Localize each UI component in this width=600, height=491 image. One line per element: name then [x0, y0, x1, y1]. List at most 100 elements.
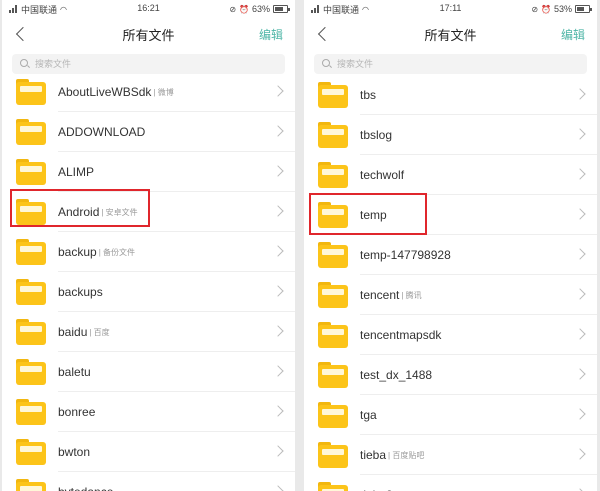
- folder-row[interactable]: tieba | 百度贴吧: [304, 435, 597, 475]
- right-screen: 中国联通 ◠ 17:11 ⊘ ⏰ 53% 所有文件 编辑 tbs tbslog te…: [304, 0, 597, 491]
- chevron-right-icon: [272, 165, 284, 177]
- folder-name: backup: [58, 245, 97, 259]
- chevron-right-icon: [272, 85, 284, 97]
- folder-row[interactable]: bwton: [2, 432, 295, 472]
- search-icon: [20, 59, 30, 69]
- folder-row[interactable]: tbs: [304, 75, 597, 115]
- folder-name: techwolf: [360, 168, 405, 182]
- folder-row[interactable]: baidu | 百度: [2, 312, 295, 352]
- folder-icon: [16, 479, 46, 491]
- folder-alias: | 百度贴吧: [388, 450, 425, 460]
- back-arrow-icon[interactable]: [316, 25, 332, 43]
- folder-name: tieba: [360, 448, 387, 462]
- status-bar: 中国联通 ◠ 16:21 ⊘ ⏰ 63%: [2, 0, 295, 18]
- folder-name: baidu: [58, 325, 88, 339]
- chevron-right-icon: [574, 248, 586, 260]
- folder-name: baletu: [58, 365, 91, 379]
- back-arrow-icon[interactable]: [14, 25, 30, 43]
- folder-row[interactable]: ALIMP: [2, 152, 295, 192]
- file-list: tbs tbslog techwolf temp temp-147798928 tence…: [304, 75, 597, 491]
- folder-icon: [16, 319, 46, 345]
- edit-button[interactable]: 编辑: [561, 26, 585, 43]
- folder-icon: [318, 322, 348, 348]
- nav-header: 所有文件 编辑: [304, 18, 597, 50]
- folder-row[interactable]: bonree: [2, 392, 295, 432]
- chevron-right-icon: [272, 365, 284, 377]
- chevron-right-icon: [272, 445, 284, 457]
- chevron-right-icon: [574, 288, 586, 300]
- folder-icon: [318, 82, 348, 108]
- folder-name: temp-147798928: [360, 248, 451, 262]
- folder-name: tencent: [360, 288, 400, 302]
- folder-icon: [16, 119, 46, 145]
- search-icon: [322, 59, 332, 69]
- folder-row[interactable]: temp-147798928: [304, 235, 597, 275]
- page-title: 所有文件: [122, 27, 175, 43]
- folder-row[interactable]: tga: [304, 395, 597, 435]
- search-bar[interactable]: [12, 54, 285, 74]
- folder-name: tbslog: [360, 128, 393, 142]
- folder-icon: [318, 402, 348, 428]
- folder-alias: | 微博: [153, 87, 174, 97]
- status-time: 17:11: [439, 3, 462, 13]
- chevron-right-icon: [272, 325, 284, 337]
- folder-row[interactable]: tencent | 腾讯: [304, 275, 597, 315]
- folder-name: temp: [360, 208, 387, 222]
- chevron-right-icon: [272, 285, 284, 297]
- status-time: 16:21: [137, 3, 160, 13]
- nav-header: 所有文件 编辑: [2, 18, 295, 50]
- search-bar[interactable]: [314, 54, 587, 74]
- chevron-right-icon: [272, 245, 284, 257]
- folder-name: test_dx_1488: [360, 368, 433, 382]
- folder-icon: [16, 439, 46, 465]
- folder-icon: [318, 282, 348, 308]
- folder-name: bonree: [58, 405, 96, 419]
- folder-row[interactable]: techwolf: [304, 155, 597, 195]
- chevron-right-icon: [574, 408, 586, 420]
- file-list: AboutLiveWBSdk | 微博 ADDOWNLOAD ALIMP Android…: [2, 72, 295, 491]
- chevron-right-icon: [272, 205, 284, 217]
- folder-name: ALIMP: [58, 165, 95, 179]
- folder-name: tbs: [360, 88, 377, 102]
- folder-row[interactable]: test_dx_1488: [304, 355, 597, 395]
- chevron-right-icon: [574, 448, 586, 460]
- folder-row[interactable]: AboutLiveWBSdk | 微博: [2, 72, 295, 112]
- chevron-right-icon: [574, 88, 586, 100]
- folder-row[interactable]: backups: [2, 272, 295, 312]
- folder-name: ADDOWNLOAD: [58, 125, 146, 139]
- chevron-right-icon: [574, 208, 586, 220]
- folder-row[interactable]: tbslog: [304, 115, 597, 155]
- chevron-right-icon: [272, 485, 284, 491]
- folder-row[interactable]: bytedance: [2, 472, 295, 491]
- chevron-right-icon: [272, 405, 284, 417]
- folder-icon: [318, 202, 348, 228]
- folder-icon: [318, 242, 348, 268]
- folder-name: backups: [58, 285, 103, 299]
- folder-row[interactable]: temp: [304, 195, 597, 235]
- folder-row[interactable]: backup | 备份文件: [2, 232, 295, 272]
- chevron-right-icon: [574, 328, 586, 340]
- folder-row[interactable]: Android | 安卓文件: [2, 192, 295, 232]
- chevron-right-icon: [272, 125, 284, 137]
- chevron-right-icon: [574, 128, 586, 140]
- search-input[interactable]: [337, 59, 517, 69]
- folder-row[interactable]: tencentmapsdk: [304, 315, 597, 355]
- search-input[interactable]: [35, 59, 215, 69]
- folder-name: Android: [58, 205, 100, 219]
- edit-button[interactable]: 编辑: [259, 26, 283, 43]
- battery-icon: [575, 5, 592, 13]
- folder-icon: [16, 79, 46, 105]
- folder-name: tga: [360, 408, 377, 422]
- folder-icon: [318, 162, 348, 188]
- folder-name: AboutLiveWBSdk: [58, 85, 152, 99]
- folder-icon: [318, 482, 348, 491]
- folder-icon: [318, 122, 348, 148]
- folder-icon: [16, 279, 46, 305]
- folder-row[interactable]: tieba2: [304, 475, 597, 491]
- folder-icon: [16, 399, 46, 425]
- folder-row[interactable]: ADDOWNLOAD: [2, 112, 295, 152]
- folder-row[interactable]: baletu: [2, 352, 295, 392]
- battery-icon: [273, 5, 290, 13]
- folder-alias: | 腾讯: [401, 290, 422, 300]
- chevron-right-icon: [574, 368, 586, 380]
